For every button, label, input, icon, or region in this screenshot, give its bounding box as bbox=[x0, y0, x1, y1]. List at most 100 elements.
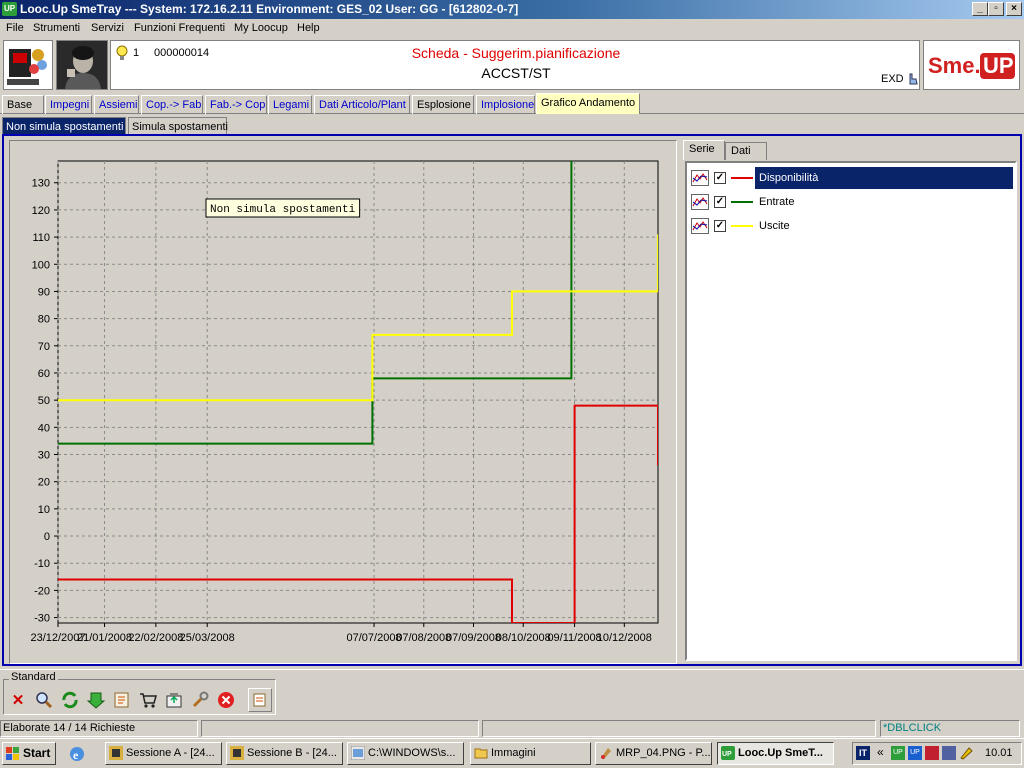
chevron-left-icon[interactable]: « bbox=[877, 745, 884, 759]
tray-pencil-icon[interactable] bbox=[959, 746, 973, 760]
start-button[interactable]: Start bbox=[2, 742, 56, 765]
y-tick-label: 110 bbox=[32, 232, 50, 244]
menu-help[interactable]: Help bbox=[297, 19, 320, 38]
tab-esplosione[interactable]: Esplosione bbox=[412, 95, 474, 114]
y-tick-label: 10 bbox=[38, 504, 50, 516]
menu-my-loocup[interactable]: My Loocup bbox=[234, 19, 288, 38]
tools-icon[interactable] bbox=[188, 688, 212, 712]
series-checkbox[interactable]: ✓ bbox=[714, 196, 726, 208]
tab-base[interactable]: Base bbox=[2, 95, 44, 114]
taskbar-item-label: C:\WINDOWS\s... bbox=[368, 747, 456, 759]
cancel-icon[interactable]: ✕ bbox=[6, 688, 30, 712]
taskbar-item[interactable]: Immagini bbox=[470, 742, 591, 765]
document-icon[interactable] bbox=[248, 688, 272, 712]
minimize-button[interactable]: _ bbox=[972, 2, 988, 16]
user-avatar[interactable] bbox=[56, 40, 108, 90]
y-tick-label: -20 bbox=[34, 585, 50, 597]
folder-icon bbox=[350, 745, 366, 761]
menu-strumenti[interactable]: Strumenti bbox=[33, 19, 80, 38]
svg-text:e: e bbox=[73, 748, 79, 762]
y-tick-label: -10 bbox=[34, 558, 50, 570]
series-row-entrate[interactable]: ✓ Entrate bbox=[689, 191, 1015, 213]
tab-non-simula[interactable]: Non simula spostamenti bbox=[2, 117, 126, 135]
start-label: Start bbox=[23, 746, 51, 760]
taskbar-item-label: Sessione B - [24... bbox=[247, 747, 337, 759]
plot-area bbox=[57, 160, 659, 624]
tab-assiemi[interactable]: Assiemi bbox=[94, 95, 139, 114]
scheda-tabs: Base Impegni Assiemi Cop.-> Fab Fab.-> C… bbox=[0, 93, 1024, 114]
tab-legami[interactable]: Legami bbox=[268, 95, 312, 114]
series-label: Uscite bbox=[759, 220, 790, 232]
ie-icon[interactable]: e bbox=[68, 745, 86, 763]
y-tick-label: 80 bbox=[38, 314, 50, 326]
tab-implosione[interactable]: Implosione bbox=[476, 95, 535, 114]
tray-app-icon[interactable]: UP bbox=[908, 746, 922, 760]
tab-grafico-andamento[interactable]: Grafico Andamento bbox=[536, 93, 640, 114]
y-tick-label: 70 bbox=[38, 341, 50, 353]
x-tick-label: 07/09/2008 bbox=[446, 632, 501, 644]
tab-serie[interactable]: Serie bbox=[683, 140, 725, 160]
hand-pointer-icon[interactable] bbox=[907, 73, 919, 85]
tab-dati-articolo[interactable]: Dati Articolo/Plant bbox=[314, 95, 410, 114]
svg-text:UP: UP bbox=[722, 751, 732, 758]
series-checkbox[interactable]: ✓ bbox=[714, 172, 726, 184]
windows-taskbar: Start e Sessione A - [24... Sessione B -… bbox=[0, 738, 1024, 768]
export-icon[interactable] bbox=[162, 688, 186, 712]
tab-simula[interactable]: Simula spostamenti bbox=[128, 117, 228, 135]
system-tray: IT « UP UP 10.01 bbox=[852, 742, 1022, 765]
cart-icon[interactable] bbox=[136, 688, 160, 712]
tray-network-icon[interactable] bbox=[925, 746, 939, 760]
series-legend: ✓ Disponibilità ✓ Entrate ✓ Uscite bbox=[685, 161, 1017, 661]
language-indicator[interactable]: IT bbox=[856, 746, 870, 760]
y-tick-label: 120 bbox=[32, 205, 50, 217]
computer-icon[interactable] bbox=[3, 40, 53, 90]
toolbar-group-label: Standard bbox=[9, 671, 58, 683]
tray-app-icon[interactable]: UP bbox=[891, 746, 905, 760]
x-tick-label: 07/07/2008 bbox=[347, 632, 402, 644]
taskbar-item-active[interactable]: UP Looc.Up SmeT... bbox=[717, 742, 834, 765]
y-tick-label: -30 bbox=[34, 613, 50, 625]
svg-text:Sme.: Sme. bbox=[928, 53, 981, 78]
taskbar-item[interactable]: Sessione A - [24... bbox=[105, 742, 222, 765]
arrow-down-icon[interactable] bbox=[84, 688, 108, 712]
close-button[interactable]: × bbox=[1006, 2, 1022, 16]
search-icon[interactable] bbox=[32, 688, 56, 712]
y-tick-label: 100 bbox=[32, 259, 50, 271]
note-icon[interactable] bbox=[110, 688, 134, 712]
taskbar-item[interactable]: MRP_04.PNG - P... bbox=[595, 742, 712, 765]
window-title: Looc.Up SmeTray --- System: 172.16.2.11 … bbox=[20, 2, 519, 16]
andamento-chart[interactable]: -30 -20 -10 0 10 20 30 40 50 60 70 80 90 100 110 120 130… bbox=[10, 141, 676, 663]
chart-annotation: Non simula spostamenti bbox=[210, 204, 356, 216]
series-panel: Serie Dati ✓ Disponibilità ✓ Entrate ✓ U… bbox=[683, 140, 1021, 664]
tab-impegni[interactable]: Impegni bbox=[45, 95, 92, 114]
windows-logo-icon bbox=[6, 747, 20, 761]
app-icon: UP bbox=[721, 746, 735, 760]
taskbar-item[interactable]: Sessione B - [24... bbox=[226, 742, 343, 765]
folder-icon bbox=[474, 746, 488, 760]
stop-icon[interactable] bbox=[214, 688, 238, 712]
taskbar-item-label: MRP_04.PNG - P... bbox=[616, 747, 711, 759]
toolbar-area: Standard ✕ bbox=[0, 669, 1024, 717]
series-row-uscite[interactable]: ✓ Uscite bbox=[689, 215, 1015, 237]
tab-fab-cop[interactable]: Fab.-> Cop bbox=[205, 95, 267, 114]
status-panel-2 bbox=[201, 720, 479, 737]
y-tick-label: 90 bbox=[38, 286, 50, 298]
app-icon: UP bbox=[2, 2, 17, 16]
chart-panel: -30 -20 -10 0 10 20 30 40 50 60 70 80 90 100 110 120 130… bbox=[9, 140, 677, 664]
refresh-icon[interactable] bbox=[58, 688, 82, 712]
menu-servizi[interactable]: Servizi bbox=[91, 19, 124, 38]
menu-funzioni-frequenti[interactable]: Funzioni Frequenti bbox=[134, 19, 225, 38]
maximize-button[interactable]: ▫ bbox=[988, 2, 1004, 16]
status-text: Elaborate 14 / 14 Richieste bbox=[0, 720, 198, 737]
standard-toolbar: Standard ✕ bbox=[3, 671, 276, 715]
taskbar-item[interactable]: C:\WINDOWS\s... bbox=[347, 742, 464, 765]
menu-bar: File Strumenti Servizi Funzioni Frequent… bbox=[0, 19, 1024, 38]
menu-file[interactable]: File bbox=[6, 19, 24, 38]
tab-dati[interactable]: Dati bbox=[725, 142, 767, 160]
tray-monitor-icon[interactable] bbox=[942, 746, 956, 760]
x-tick-label: 07/08/2008 bbox=[396, 632, 451, 644]
series-checkbox[interactable]: ✓ bbox=[714, 220, 726, 232]
x-tick-label: 10/12/2008 bbox=[597, 632, 652, 644]
tab-cop-fab[interactable]: Cop.-> Fab bbox=[141, 95, 203, 114]
series-row-disponibilita[interactable]: ✓ Disponibilità bbox=[689, 167, 1015, 189]
